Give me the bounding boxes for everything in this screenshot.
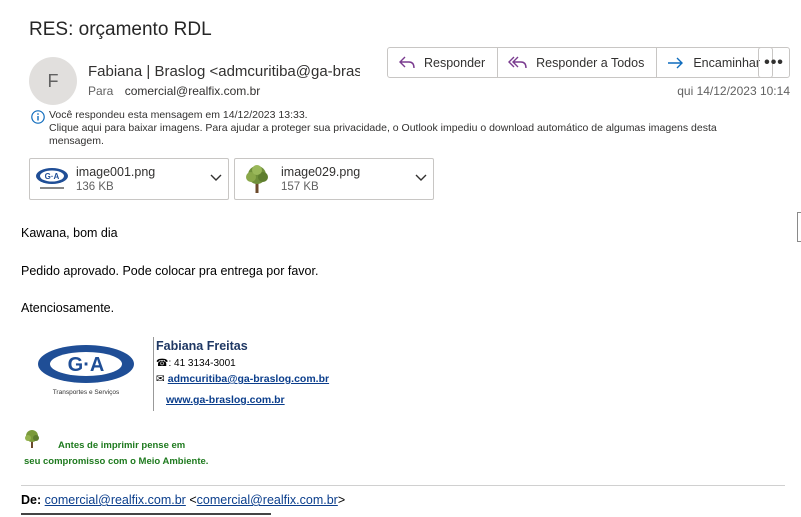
scrollbar-handle[interactable]: [797, 212, 801, 242]
signature-website-row: www.ga-braslog.com.br: [166, 394, 285, 406]
signature-email-link[interactable]: admcuritiba@ga-braslog.com.br: [168, 373, 329, 385]
reply-button[interactable]: Responder: [388, 48, 499, 77]
eco-notice-line1: Antes de imprimir pense em: [58, 440, 186, 451]
attachment-name: image029.png: [281, 165, 361, 179]
reply-all-button[interactable]: Responder a Todos: [498, 48, 658, 77]
tree-thumbnail-icon: [246, 165, 268, 193]
replied-notice: Você respondeu esta mensagem em 14/12/20…: [49, 109, 308, 121]
sender-name[interactable]: Fabiana | Braslog <admcuritiba@ga-braslo…: [88, 63, 360, 80]
signature-name: Fabiana Freitas: [156, 339, 248, 353]
forward-button[interactable]: Encaminhar: [657, 48, 772, 77]
recipient-row: Para comercial@realfix.com.br: [88, 84, 260, 98]
quoted-next-row-cutoff: [21, 511, 281, 517]
reply-all-label: Responder a Todos: [536, 55, 645, 70]
closing-text: Atenciosamente.: [21, 301, 115, 315]
attachment-size: 136 KB: [76, 181, 114, 193]
forward-arrow-icon: [668, 57, 684, 68]
download-images-notice-cont: mensagem.: [49, 135, 104, 147]
recipient-address[interactable]: comercial@realfix.com.br: [125, 84, 261, 98]
svg-text:G·A: G·A: [45, 172, 60, 181]
reply-icon: [399, 56, 415, 68]
logo-tagline: Transportes e Serviços: [53, 389, 120, 396]
attachment-image001[interactable]: G·A image001.png 136 KB: [29, 158, 229, 200]
reply-label: Responder: [424, 55, 486, 70]
signature-phone: ☎: 41 3134-3001: [156, 358, 236, 369]
info-icon: [31, 110, 45, 124]
attachment-size: 157 KB: [281, 181, 319, 193]
logo-lettering: G·A: [68, 354, 105, 376]
tree-icon: [25, 430, 39, 448]
quoted-from-row: De: comercial@realfix.com.br <comercial@…: [21, 493, 346, 507]
quoted-from-link[interactable]: comercial@realfix.com.br: [45, 493, 186, 507]
email-subject: RES: orçamento RDL: [29, 19, 212, 40]
signature-email-row: ✉ admcuritiba@ga-braslog.com.br: [156, 373, 329, 385]
to-label: Para: [88, 84, 114, 98]
more-actions-button[interactable]: •••: [758, 47, 790, 78]
greeting-text: Kawana, bom dia: [21, 226, 118, 240]
chevron-down-icon[interactable]: [415, 173, 427, 183]
download-images-notice[interactable]: Clique aqui para baixar imagens. Para aj…: [49, 122, 796, 135]
signature-website-link[interactable]: www.ga-braslog.com.br: [166, 394, 285, 406]
attachment-image029[interactable]: image029.png 157 KB: [234, 158, 434, 200]
ga-company-logo: G·A Transportes e Serviços: [38, 345, 134, 396]
chevron-down-icon[interactable]: [210, 173, 222, 183]
signature-divider: [153, 337, 154, 411]
quoted-from-link-mailto[interactable]: comercial@realfix.com.br: [197, 493, 338, 507]
message-actions-toolbar: Responder Responder a Todos Encaminhar: [387, 47, 774, 78]
forward-label: Encaminhar: [693, 55, 761, 70]
sender-avatar[interactable]: F: [29, 57, 77, 105]
info-bar[interactable]: Você respondeu esta mensagem em 14/12/20…: [31, 109, 796, 148]
quoted-from-label: De:: [21, 493, 42, 507]
ga-logo-thumbnail-icon: G·A: [36, 168, 68, 189]
received-date: qui 14/12/2023 10:14: [677, 84, 790, 98]
eco-notice-line2: seu compromisso com o Meio Ambiente.: [24, 456, 209, 467]
reply-all-icon: [508, 56, 527, 68]
message-text: Pedido aprovado. Pode colocar pra entreg…: [21, 264, 319, 278]
envelope-icon: ✉: [156, 373, 165, 385]
attachment-name: image001.png: [76, 165, 156, 179]
quoted-separator: [21, 485, 785, 486]
